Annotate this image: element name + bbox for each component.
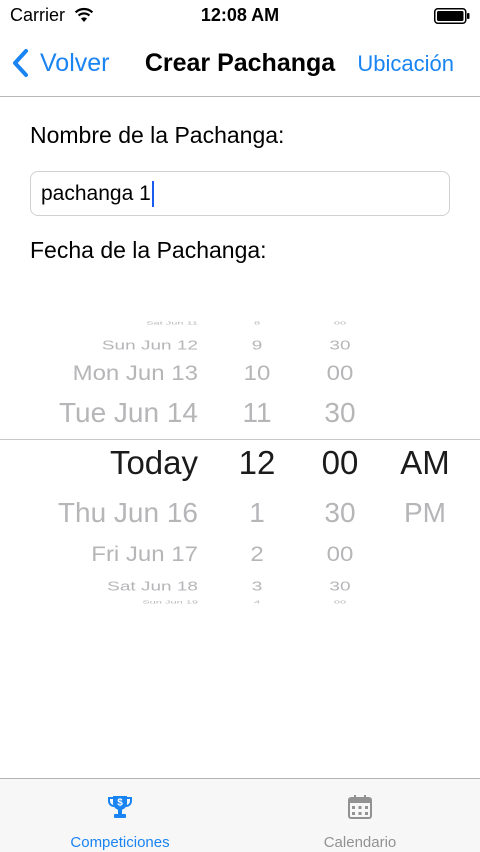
- text-caret: [151, 181, 154, 208]
- calendar-icon: [348, 795, 372, 819]
- picker-hour-column[interactable]: 8 9 10 11 12 1 2 3 4: [218, 318, 296, 610]
- status-time: 12:08 AM: [200, 5, 280, 25]
- picker-minute-item[interactable]: 00: [300, 600, 380, 604]
- svg-text:$: $: [117, 798, 123, 809]
- picker-day-item[interactable]: Sat Jun 11: [30, 321, 220, 325]
- tab-bar: $ Competiciones Calendario: [0, 778, 480, 852]
- tab-competiciones-label: Competiciones: [70, 834, 170, 851]
- status-bar: Carrier 12:08 AM: [0, 0, 480, 32]
- picker-day-item[interactable]: Mon Jun 13: [30, 363, 220, 384]
- picker-minute-item[interactable]: 00: [300, 446, 380, 479]
- picker-day-column[interactable]: Sat Jun 11 Sun Jun 12 Mon Jun 13 Tue Jun 14…: [30, 318, 220, 610]
- picker-day-item[interactable]: Fri Jun 17: [30, 544, 220, 565]
- picker-minute-column[interactable]: 00 30 00 30 00 30 00 30 00: [300, 318, 380, 610]
- picker-hour-item[interactable]: 2: [218, 544, 296, 565]
- picker-minute-item[interactable]: 00: [300, 363, 380, 384]
- battery-icon: [434, 8, 470, 24]
- picker-period-item[interactable]: PM: [384, 499, 466, 527]
- picker-period-item[interactable]: AM: [384, 446, 466, 479]
- picker-minute-item[interactable]: 00: [300, 544, 380, 565]
- tab-competiciones[interactable]: $ Competiciones: [0, 779, 240, 852]
- picker-day-item[interactable]: Sat Jun 18: [30, 580, 220, 593]
- picker-hour-item[interactable]: 4: [218, 600, 296, 604]
- picker-hour-item[interactable]: 9: [218, 339, 296, 352]
- picker-minute-item[interactable]: 30: [300, 580, 380, 593]
- picker-hour-item[interactable]: 10: [218, 363, 296, 384]
- picker-hour-item[interactable]: 8: [218, 321, 296, 325]
- name-input[interactable]: pachanga 1: [30, 171, 450, 216]
- name-input-value: pachanga 1: [41, 182, 151, 205]
- picker-minute-item[interactable]: 30: [300, 499, 380, 527]
- location-button[interactable]: Ubicación: [357, 51, 454, 77]
- tab-calendario-label: Calendario: [323, 834, 397, 851]
- picker-period-column[interactable]: AM PM: [384, 318, 466, 610]
- picker-hour-item[interactable]: 1: [218, 499, 296, 527]
- picker-hour-item[interactable]: 11: [218, 399, 296, 427]
- picker-hour-item[interactable]: 12: [218, 446, 296, 479]
- navigation-bar: Volver Crear Pachanga Ubicación: [0, 32, 480, 97]
- picker-minute-item[interactable]: 00: [300, 321, 380, 325]
- date-time-picker[interactable]: Sat Jun 11 Sun Jun 12 Mon Jun 13 Tue Jun 14…: [0, 318, 480, 610]
- picker-minute-item[interactable]: 30: [300, 339, 380, 352]
- picker-hour-item[interactable]: 3: [218, 580, 296, 593]
- trophy-icon: $: [108, 796, 132, 818]
- picker-day-item[interactable]: Tue Jun 14: [30, 399, 220, 427]
- picker-day-item[interactable]: Sun Jun 19: [30, 600, 220, 604]
- picker-minute-item[interactable]: 30: [300, 399, 380, 427]
- picker-day-item[interactable]: Today: [30, 446, 220, 479]
- tab-calendario[interactable]: Calendario: [240, 779, 480, 852]
- name-label: Nombre de la Pachanga:: [30, 122, 285, 148]
- picker-day-item[interactable]: Sun Jun 12: [30, 339, 220, 352]
- picker-day-item[interactable]: Thu Jun 16: [30, 499, 220, 527]
- screen: Carrier 12:08 AM Volver Crear Pachanga U…: [0, 0, 480, 852]
- date-label: Fecha de la Pachanga:: [30, 237, 267, 263]
